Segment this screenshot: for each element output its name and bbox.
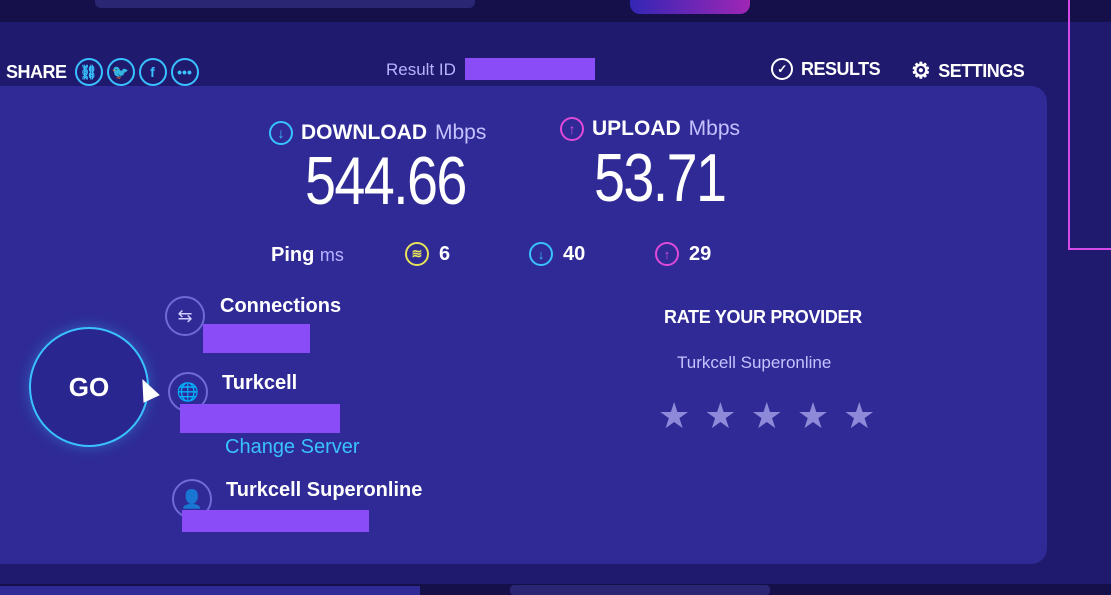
rating-stars: ★ ★ ★ ★ ★ [658,398,875,434]
facebook-icon[interactable]: f [138,58,167,86]
go-button[interactable]: GO [29,327,149,447]
bottom-text-blurred [510,585,770,595]
upload-unit: Mbps [688,117,741,140]
server-location-redacted [180,404,340,433]
banner-accent [630,0,750,14]
ping-download: ↓ 40 [529,242,585,266]
star-icon[interactable]: ★ [843,398,875,434]
result-id-label: Result ID [386,60,456,79]
download-value: 544.66 [305,143,467,219]
banner-text-blurred [95,0,475,8]
side-panel [1068,0,1111,250]
star-icon[interactable]: ★ [658,398,690,434]
ping-idle: ≋ 6 [405,242,450,266]
ping-row: Ping ms ≋ 6 ↓ 40 ↑ 29 [271,242,731,272]
bottom-card-edge [0,586,420,595]
server-name: Turkcell [222,372,298,394]
ping-text: Ping [271,244,315,266]
star-icon[interactable]: ★ [704,398,736,434]
upload-label: UPLOAD [592,117,681,140]
change-server-link[interactable]: Change Server [225,436,360,459]
connections-value-redacted [203,324,310,353]
idle-latency-icon: ≋ [405,242,429,266]
gear-icon: ⚙ [911,58,931,83]
upload-value: 53.71 [594,140,727,216]
isp-name: Turkcell Superonline [226,479,423,501]
more-icon[interactable]: ••• [170,58,199,86]
upload-icon: ↑ [560,117,584,141]
ping-download-value: 40 [563,242,586,265]
connections-icon: ⇆ [165,296,205,336]
ping-upload: ↑ 29 [655,242,711,266]
link-icon[interactable]: ⛓ [74,58,103,86]
connections-label: Connections [220,295,342,317]
share-label: SHARE [6,61,67,82]
ping-label: Ping ms [271,244,344,267]
results-button[interactable]: ✓ RESULTS [771,58,881,80]
twitter-icon[interactable]: 🐦 [106,58,135,86]
result-id-redacted [465,58,595,80]
download-icon: ↓ [269,121,293,145]
star-icon[interactable]: ★ [797,398,829,434]
rate-provider-name: Turkcell Superonline [677,353,832,372]
top-banner [0,0,1111,22]
result-card [0,86,1047,564]
settings-label: SETTINGS [938,60,1025,81]
isp-ip-redacted [182,510,369,532]
check-circle-icon: ✓ [771,58,793,80]
ping-idle-value: 6 [439,242,451,265]
upload-latency-icon: ↑ [655,242,679,266]
download-latency-icon: ↓ [529,242,553,266]
star-icon[interactable]: ★ [751,398,783,434]
settings-button[interactable]: ⚙ SETTINGS [911,58,1025,84]
results-label: RESULTS [801,58,881,79]
upload-heading: ↑ UPLOAD Mbps [560,117,740,141]
ping-unit: ms [319,245,344,265]
ping-upload-value: 29 [689,242,712,265]
share-group: SHARE ⛓ 🐦 f ••• [6,58,199,86]
bottom-strip [0,584,1111,595]
rate-provider-title: RATE YOUR PROVIDER [664,307,862,327]
